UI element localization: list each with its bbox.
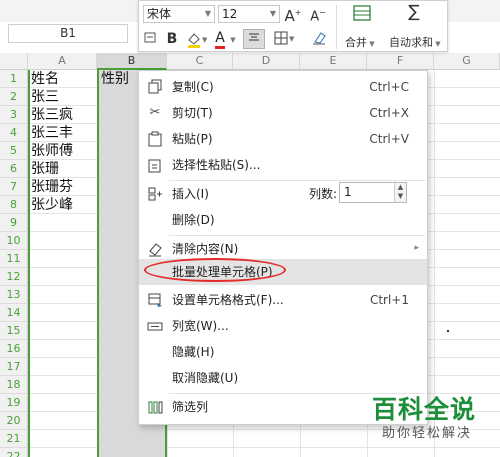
- font-shrink-button[interactable]: A−: [309, 4, 327, 26]
- cell-dot: [447, 330, 449, 332]
- cell-a1[interactable]: 姓名: [31, 70, 59, 88]
- row-header[interactable]: 18: [0, 376, 28, 394]
- font-color-button[interactable]: A: [213, 29, 227, 49]
- submenu-arrow-icon: ▸: [414, 243, 419, 253]
- format-cells-icon: [147, 292, 163, 308]
- column-width-icon: [147, 318, 163, 334]
- mini-toolbar: 宋体 ▼ 12 ▼ A+ A− ∑ B ▼ A ▼ ▼ 合并 ▼ 自动求和 ▼: [138, 0, 448, 52]
- name-box[interactable]: B1: [8, 24, 128, 43]
- row-header[interactable]: 8: [0, 196, 28, 214]
- row-header[interactable]: 22: [0, 448, 28, 457]
- cell-a4[interactable]: 张三丰: [31, 124, 73, 142]
- row-header[interactable]: 20: [0, 412, 28, 430]
- paste-special-icon: [147, 157, 163, 173]
- row-header[interactable]: 19: [0, 394, 28, 412]
- font-family-select[interactable]: 宋体 ▼: [143, 5, 215, 23]
- scissors-icon: ✂: [149, 105, 161, 120]
- merge-button[interactable]: 合并 ▼: [345, 34, 375, 50]
- column-count-label: 列数:: [309, 187, 338, 201]
- menu-item-copy[interactable]: 复制(C) Ctrl+C: [139, 74, 427, 100]
- clear-format-icon[interactable]: [311, 30, 327, 51]
- col-header-f[interactable]: F: [367, 53, 434, 70]
- row-header[interactable]: 11: [0, 250, 28, 268]
- row-header[interactable]: 17: [0, 358, 28, 376]
- select-all-corner[interactable]: [0, 53, 28, 70]
- menu-item-insert[interactable]: 插入(I) 列数: 1 ▲ ▼: [139, 181, 427, 207]
- row-header[interactable]: 13: [0, 286, 28, 304]
- menu-item-format-cells[interactable]: 设置单元格格式(F)... Ctrl+1: [139, 287, 427, 313]
- font-grow-button[interactable]: A+: [284, 4, 302, 25]
- filter-column-icon: [147, 399, 163, 415]
- chevron-down-icon: ▼: [269, 9, 276, 18]
- menu-item-paste[interactable]: 粘贴(P) Ctrl+V: [139, 126, 427, 152]
- spinner-arrows-icon[interactable]: ▲ ▼: [394, 183, 406, 202]
- row-header[interactable]: 3: [0, 106, 28, 124]
- format-painter-icon[interactable]: [143, 31, 159, 50]
- column-count-input[interactable]: 1 ▲ ▼: [339, 182, 407, 203]
- borders-icon[interactable]: ▼: [273, 30, 299, 51]
- menu-item-cut[interactable]: ✂ 剪切(T) Ctrl+X: [139, 100, 427, 126]
- cell-a3[interactable]: 张三疯: [31, 106, 73, 124]
- svg-text:▼: ▼: [202, 36, 207, 44]
- row-header[interactable]: 10: [0, 232, 28, 250]
- row-header[interactable]: 14: [0, 304, 28, 322]
- row-header[interactable]: 1: [0, 70, 28, 88]
- col-header-c[interactable]: C: [167, 53, 233, 70]
- col-header-g[interactable]: G: [434, 53, 500, 70]
- row-header[interactable]: 2: [0, 88, 28, 106]
- menu-item-unhide[interactable]: 取消隐藏(U): [139, 365, 427, 391]
- highlight-oval: [144, 258, 286, 282]
- menu-item-hide[interactable]: 隐藏(H): [139, 339, 427, 365]
- col-header-a[interactable]: A: [28, 53, 97, 70]
- sum-icon[interactable]: ∑: [403, 3, 425, 21]
- col-header-d[interactable]: D: [233, 53, 300, 70]
- column-a-border: [28, 70, 30, 457]
- cell-a2[interactable]: 张三: [31, 88, 59, 106]
- fill-color-icon[interactable]: ▼: [185, 30, 208, 53]
- eraser-icon: [147, 241, 163, 257]
- row-header[interactable]: 9: [0, 214, 28, 232]
- row-header[interactable]: 21: [0, 430, 28, 448]
- chevron-down-icon: ▼: [204, 9, 211, 18]
- menu-item-column-width[interactable]: 列宽(W)...: [139, 313, 427, 339]
- menu-item-delete[interactable]: 删除(D): [139, 207, 427, 233]
- menu-item-paste-special[interactable]: 选择性粘贴(S)...: [139, 152, 427, 178]
- col-header-e[interactable]: E: [300, 53, 367, 70]
- row-header[interactable]: 5: [0, 142, 28, 160]
- row-header[interactable]: 6: [0, 160, 28, 178]
- row-header[interactable]: 4: [0, 124, 28, 142]
- row-header[interactable]: 7: [0, 178, 28, 196]
- cell-a7[interactable]: 张珊芬: [31, 178, 73, 196]
- svg-text:▼: ▼: [289, 35, 295, 43]
- bold-button[interactable]: B: [165, 30, 179, 48]
- row-header[interactable]: 15: [0, 322, 28, 340]
- col-header-b[interactable]: B: [97, 53, 167, 70]
- copy-icon: [147, 79, 163, 95]
- merge-icon[interactable]: [351, 4, 373, 27]
- font-size-select[interactable]: 12 ▼: [218, 5, 280, 23]
- watermark-logo: 百科全说 助你轻松解决: [372, 395, 477, 441]
- chevron-down-icon[interactable]: ▼: [229, 31, 237, 49]
- row-header[interactable]: 12: [0, 268, 28, 286]
- insert-icon: [147, 186, 163, 202]
- cell-a8[interactable]: 张少峰: [31, 196, 73, 214]
- paste-icon: [147, 131, 163, 147]
- row-header[interactable]: 16: [0, 340, 28, 358]
- context-menu: 复制(C) Ctrl+C ✂ 剪切(T) Ctrl+X 粘贴(P) Ctrl+V 选择…: [138, 70, 428, 425]
- align-center-icon[interactable]: [243, 29, 265, 49]
- autosum-button[interactable]: 自动求和 ▼: [389, 34, 441, 50]
- cell-b1[interactable]: 性别: [101, 70, 129, 88]
- cell-a5[interactable]: 张师傅: [31, 142, 73, 160]
- cell-a6[interactable]: 张珊: [31, 160, 59, 178]
- toolbar-divider: [336, 5, 337, 49]
